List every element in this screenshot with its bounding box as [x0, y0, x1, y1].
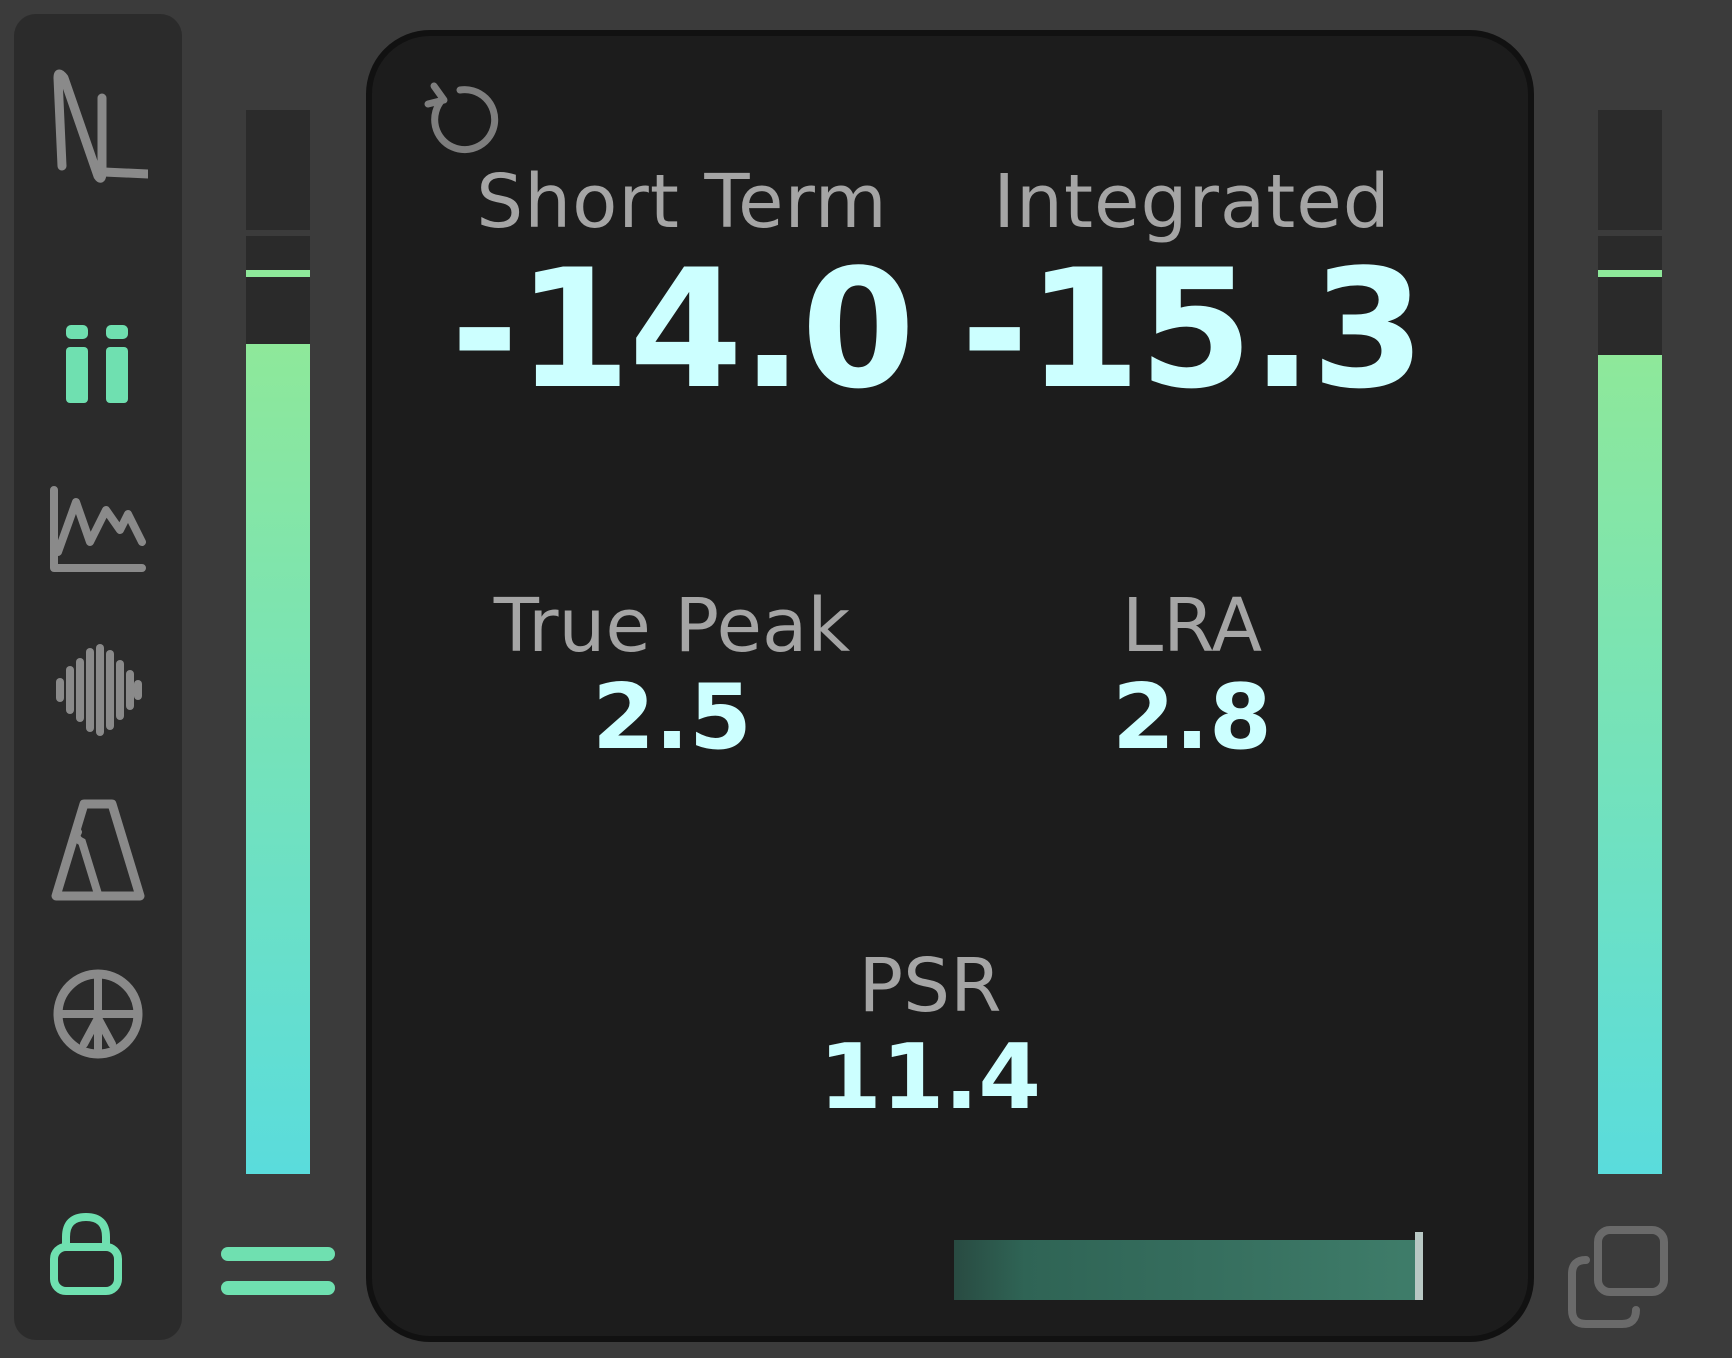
metronome-icon — [51, 799, 145, 901]
short-term-label: Short Term — [476, 159, 888, 245]
sidebar-item-graph[interactable] — [14, 470, 182, 590]
integrated-metric: Integrated -15.3 — [942, 160, 1442, 416]
integrated-label: Integrated — [993, 159, 1391, 245]
true-peak-label: True Peak — [493, 583, 851, 669]
true-peak-value: 2.5 — [592, 665, 752, 770]
reset-icon — [424, 82, 499, 154]
copy-icon — [1568, 1226, 1668, 1328]
sidebar-item-meters[interactable] — [14, 310, 182, 420]
sidebar-item-waveform[interactable] — [14, 630, 182, 750]
hamburger-icon — [221, 1247, 335, 1295]
history-graph — [954, 1232, 1423, 1300]
meter-top-segment — [1598, 110, 1662, 230]
psr-value: 11.4 — [818, 1025, 1042, 1130]
reset-button[interactable] — [420, 80, 500, 160]
meter-divider — [1598, 230, 1662, 236]
lra-value: 2.8 — [1112, 665, 1272, 770]
loudness-history-bar[interactable] — [954, 1232, 1434, 1300]
lock-icon — [50, 1212, 122, 1295]
left-meter-fill — [246, 344, 310, 1174]
menu-button[interactable] — [220, 1244, 336, 1300]
graph-icon — [50, 486, 146, 572]
sidebar-item-lock[interactable] — [2, 1204, 170, 1304]
meters-icon — [66, 325, 128, 403]
true-peak-metric: True Peak 2.5 — [472, 584, 872, 768]
lra-metric: LRA 2.8 — [992, 584, 1392, 768]
loudness-meter-app: Short Term -14.0 Integrated -15.3 True P… — [0, 0, 1732, 1358]
right-meter-fill — [1598, 354, 1662, 1174]
sidebar — [14, 14, 182, 1340]
meter-divider — [246, 230, 310, 236]
vectorscope-icon — [53, 969, 143, 1059]
psr-label: PSR — [858, 943, 1002, 1029]
left-channel-meter — [246, 110, 310, 1174]
peak-hold-indicator — [1598, 270, 1662, 277]
short-term-value: -14.0 — [450, 234, 916, 425]
sidebar-item-metronome[interactable] — [14, 786, 182, 916]
short-term-metric: Short Term -14.0 — [432, 160, 932, 416]
logo-icon — [53, 69, 148, 183]
waveform-icon — [56, 644, 142, 736]
meter-top-segment — [246, 110, 310, 230]
copy-button[interactable] — [1566, 1226, 1670, 1330]
psr-metric: PSR 11.4 — [730, 944, 1130, 1128]
sidebar-item-logo[interactable] — [14, 48, 182, 188]
lra-label: LRA — [1121, 583, 1263, 669]
loudness-panel: Short Term -14.0 Integrated -15.3 True P… — [366, 30, 1534, 1342]
right-channel-meter — [1598, 110, 1662, 1174]
integrated-value: -15.3 — [960, 234, 1426, 425]
peak-hold-indicator — [246, 270, 310, 277]
sidebar-item-vectorscope[interactable] — [14, 954, 182, 1074]
